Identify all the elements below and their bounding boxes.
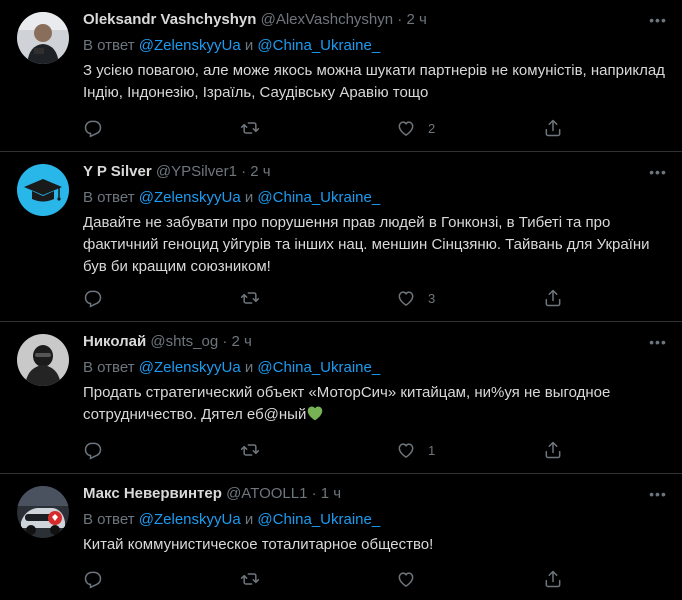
retweet-icon <box>240 573 260 585</box>
like-button[interactable] <box>396 568 428 590</box>
mention-link[interactable]: @ZelenskyyUa <box>139 359 241 376</box>
reply-context: В ответ @ZelenskyyUa и @China_Ukraine_ <box>83 358 670 378</box>
tweet-feed: Oleksandr Vashchyshyn @AlexVashchyshyn ·… <box>0 0 682 600</box>
tweet-text: Давайте не забувати про порушення прав л… <box>83 214 650 275</box>
tweet-actions: 2 <box>83 117 563 139</box>
avatar[interactable] <box>17 334 69 386</box>
retweet-icon <box>240 292 260 304</box>
tweet-header: Макс Невервинтер @ATOOLL1 · 1 ч <box>83 484 670 504</box>
display-name[interactable]: Николай <box>83 333 146 350</box>
user-handle[interactable]: @shts_og <box>150 333 218 350</box>
retweet-button[interactable] <box>240 117 260 139</box>
reply-context: В ответ @ZelenskyyUa и @China_Ukraine_ <box>83 510 670 530</box>
share-icon <box>545 570 561 588</box>
reply-prefix: В ответ <box>83 359 135 376</box>
like-icon <box>398 572 414 587</box>
like-icon <box>398 291 414 306</box>
reply-prefix: В ответ <box>83 37 135 54</box>
like-icon <box>398 443 414 458</box>
reply-and: и <box>244 359 254 376</box>
display-name[interactable]: Макс Невервинтер <box>83 485 222 502</box>
tweet[interactable]: Oleksandr Vashchyshyn @AlexVashchyshyn ·… <box>0 0 682 152</box>
share-button[interactable] <box>543 287 563 309</box>
tweet-header: Y P Silver @YPSilver1 · 2 ч <box>83 162 670 182</box>
tweet[interactable]: Николай @shts_og · 2 ч В ответ @Zelensky… <box>0 322 682 474</box>
tweet-actions: 3 <box>83 287 563 309</box>
tweet-header: Николай @shts_og · 2 ч <box>83 332 670 352</box>
more-icon[interactable]: ••• <box>646 332 670 352</box>
user-handle[interactable]: @ATOOLL1 <box>226 485 307 502</box>
reply-context: В ответ @ZelenskyyUa и @China_Ukraine_ <box>83 36 670 56</box>
timestamp[interactable]: 2 ч <box>232 333 252 350</box>
share-button[interactable] <box>543 439 563 461</box>
retweet-button[interactable] <box>240 439 260 461</box>
retweet-button[interactable] <box>240 568 260 590</box>
share-icon <box>545 119 561 137</box>
like-button[interactable]: 2 <box>396 117 435 139</box>
reply-button[interactable] <box>83 439 103 461</box>
share-icon <box>545 441 561 459</box>
timestamp[interactable]: 2 ч <box>250 163 270 180</box>
timestamp[interactable]: 1 ч <box>321 485 341 502</box>
more-icon[interactable]: ••• <box>646 162 670 182</box>
retweet-icon <box>240 444 260 456</box>
user-handle[interactable]: @AlexVashchyshyn <box>261 11 394 28</box>
mention-link[interactable]: @China_Ukraine_ <box>257 359 380 376</box>
display-name[interactable]: Oleksandr Vashchyshyn <box>83 11 256 28</box>
reply-button[interactable] <box>83 568 103 590</box>
timestamp[interactable]: 2 ч <box>406 11 426 28</box>
reply-icon <box>84 571 102 589</box>
tweet[interactable]: Макс Невервинтер @ATOOLL1 · 1 ч В ответ … <box>0 474 682 600</box>
tweet-actions <box>83 568 563 590</box>
tweet-actions: 1 <box>83 439 563 461</box>
reply-icon <box>84 290 102 308</box>
share-button[interactable] <box>543 117 563 139</box>
reply-icon <box>84 442 102 460</box>
reply-button[interactable] <box>83 117 103 139</box>
avatar[interactable] <box>17 164 69 216</box>
tweet-header: Oleksandr Vashchyshyn @AlexVashchyshyn ·… <box>83 10 670 30</box>
like-count: 2 <box>428 120 436 136</box>
like-count: 3 <box>428 290 436 306</box>
mention-link[interactable]: @China_Ukraine_ <box>257 511 380 528</box>
avatar[interactable] <box>17 12 69 64</box>
separator-dot: · <box>397 11 403 28</box>
separator-dot: · <box>222 333 228 350</box>
tweet-text: З усією повагою, але може якось можна шу… <box>83 62 665 101</box>
share-icon <box>545 289 561 307</box>
tweet-text-block: Продать стратегический объект «МоторСич»… <box>83 382 670 426</box>
mention-link[interactable]: @ZelenskyyUa <box>139 37 241 54</box>
retweet-icon <box>240 122 260 134</box>
display-name[interactable]: Y P Silver <box>83 163 152 180</box>
reply-prefix: В ответ <box>83 189 135 206</box>
reply-and: и <box>244 37 254 54</box>
mention-link[interactable]: @China_Ukraine_ <box>257 189 380 206</box>
reply-and: и <box>244 189 254 206</box>
more-icon[interactable]: ••• <box>646 10 670 30</box>
more-icon[interactable]: ••• <box>646 484 670 504</box>
separator-dot: · <box>241 163 247 180</box>
retweet-button[interactable] <box>240 287 260 309</box>
mention-link[interactable]: @China_Ukraine_ <box>257 37 380 54</box>
reply-button[interactable] <box>83 287 103 309</box>
reply-context: В ответ @ZelenskyyUa и @China_Ukraine_ <box>83 188 670 208</box>
like-icon <box>398 121 414 136</box>
mention-link[interactable]: @ZelenskyyUa <box>139 511 241 528</box>
reply-icon <box>84 120 102 138</box>
mention-link[interactable]: @ZelenskyyUa <box>139 189 241 206</box>
reply-and: и <box>244 511 254 528</box>
like-count: 1 <box>428 442 436 458</box>
separator-dot: · <box>311 485 317 502</box>
user-handle[interactable]: @YPSilver1 <box>156 163 237 180</box>
share-button[interactable] <box>543 568 563 590</box>
green-heart-emoji <box>308 406 323 421</box>
tweet-text: Китай коммунистическое тоталитарное обще… <box>83 536 434 553</box>
tweet[interactable]: Y P Silver @YPSilver1 · 2 ч В ответ @Zel… <box>0 152 682 322</box>
reply-prefix: В ответ <box>83 511 135 528</box>
tweet-text: Продать стратегический объект «МоторСич»… <box>83 384 611 423</box>
like-button[interactable]: 1 <box>396 439 435 461</box>
like-button[interactable]: 3 <box>396 287 435 309</box>
avatar[interactable] <box>17 486 69 538</box>
